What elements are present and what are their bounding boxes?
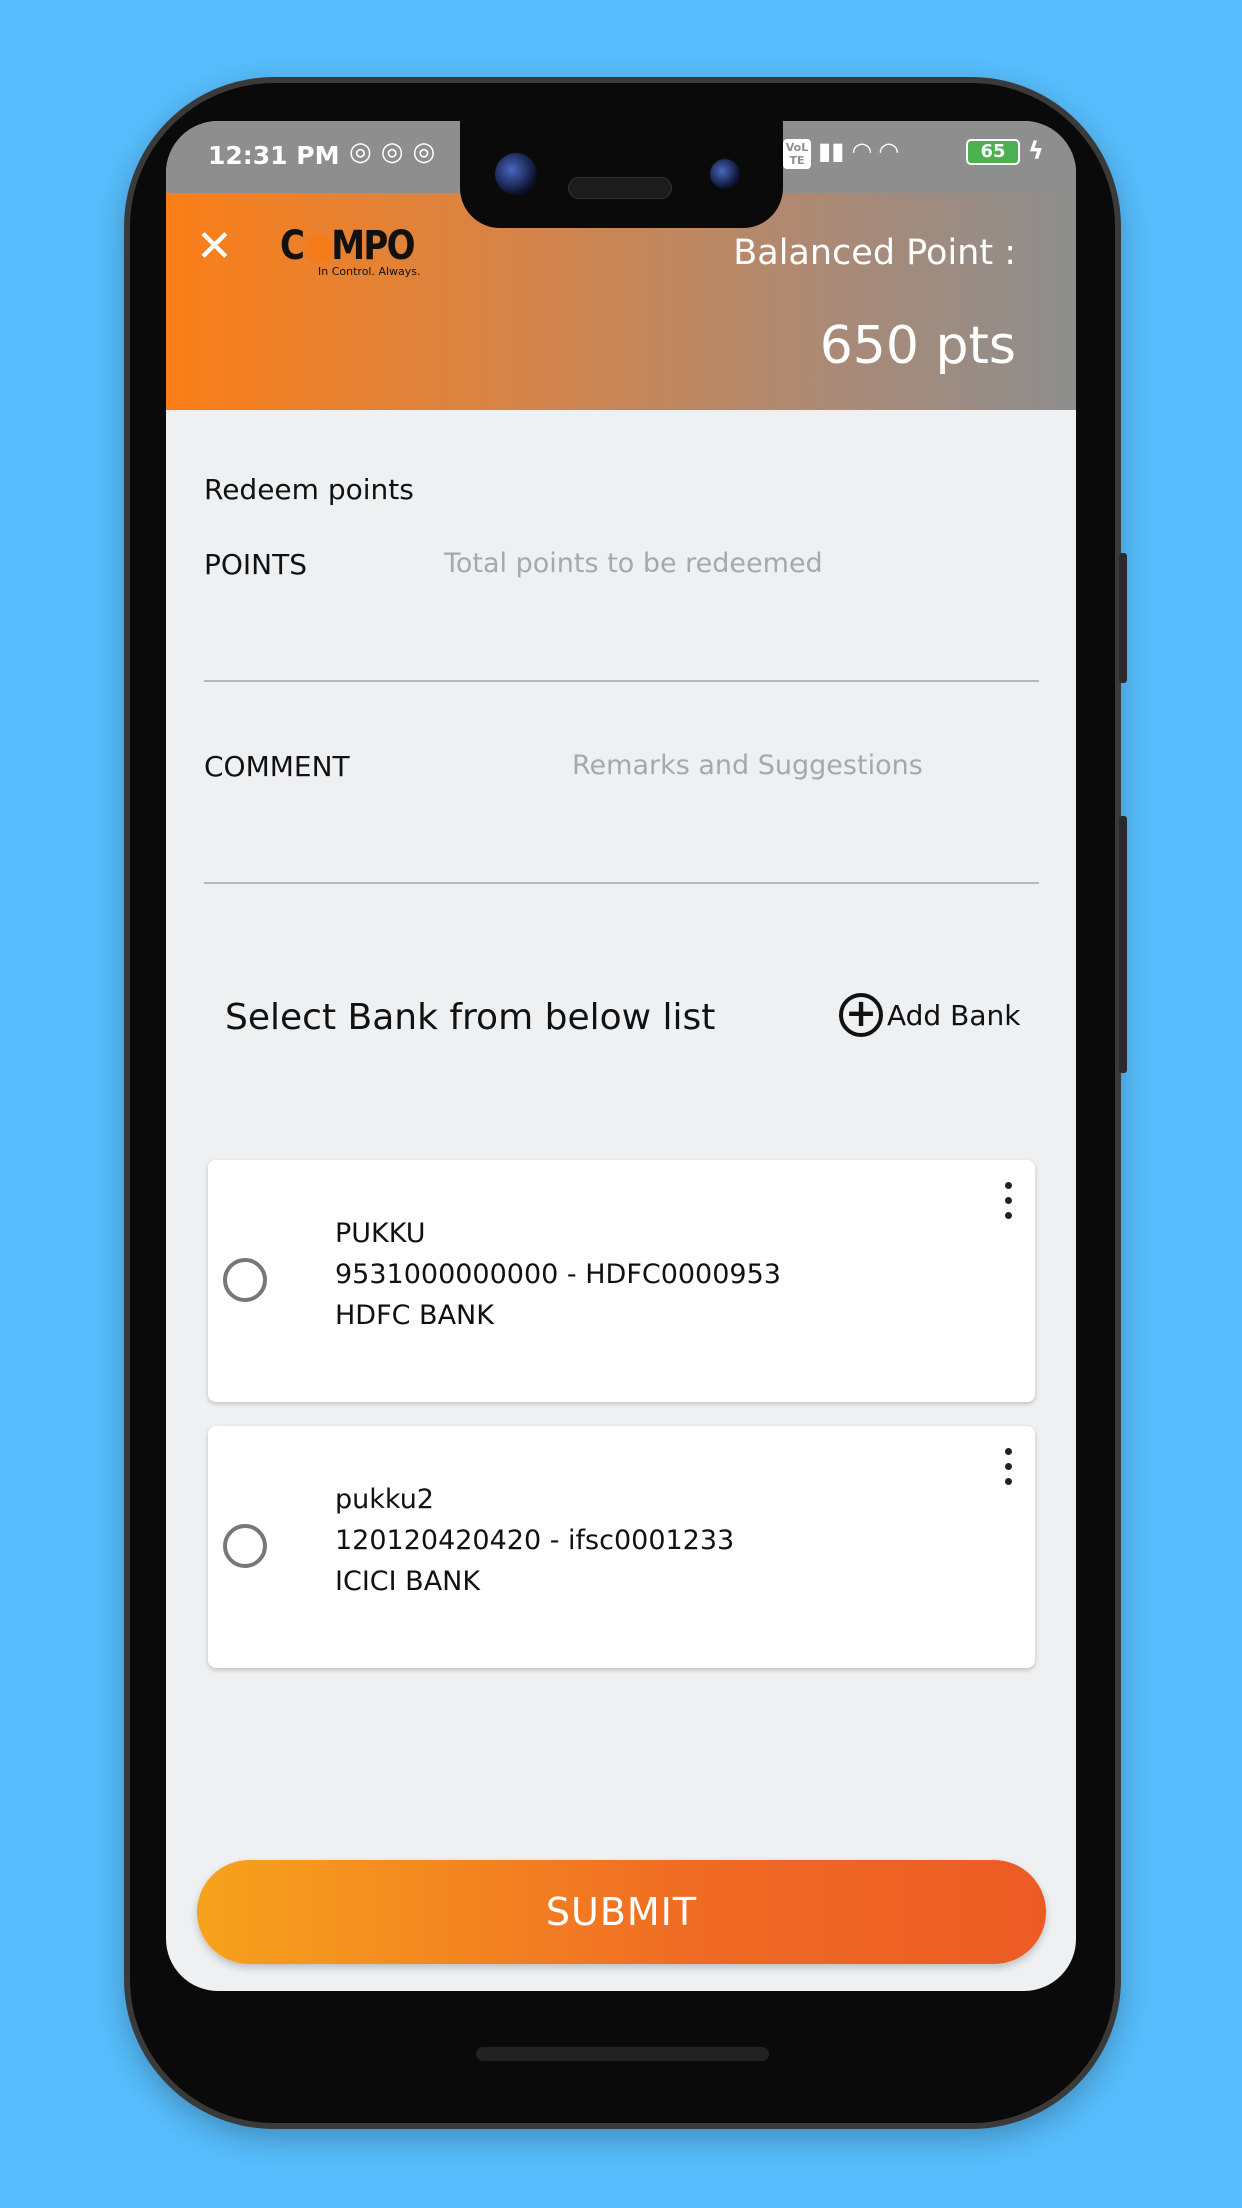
comment-input[interactable]: Remarks and Suggestions: [572, 750, 923, 781]
status-time: 12:31 PM: [208, 141, 340, 170]
bank-holder-name: pukku2: [335, 1484, 434, 1515]
bank-name: HDFC BANK: [335, 1300, 494, 1331]
more-options-icon[interactable]: [1005, 1182, 1013, 1227]
bank-radio[interactable]: [223, 1258, 267, 1302]
app-screen: 12:31 PM ◎ ◎ ◎ VoLTE ▮▮ ◠ ◠ 65 ϟ ✕ C●MPO…: [166, 121, 1076, 1991]
bank-account: 120120420420 - ifsc0001233: [335, 1525, 735, 1556]
battery-icon: 65: [966, 139, 1020, 165]
earpiece: [568, 177, 672, 199]
points-underline: [204, 680, 1039, 682]
bank-card[interactable]: PUKKU 9531000000000 - HDFC0000953 HDFC B…: [208, 1160, 1035, 1402]
comment-label: COMMENT: [204, 750, 350, 783]
submit-button[interactable]: SUBMIT: [197, 1860, 1046, 1964]
bank-radio[interactable]: [223, 1524, 267, 1568]
bank-heading: Select Bank from below list: [225, 997, 716, 1038]
volte-badge: VoLTE: [783, 139, 811, 169]
speaker-grille: [476, 2047, 769, 2061]
points-label: POINTS: [204, 548, 308, 581]
balance-label: Balanced Point :: [733, 233, 1016, 273]
form-title: Redeem points: [204, 473, 414, 506]
whatsapp-icon: ◎ ◎ ◎: [349, 137, 436, 167]
charging-icon: ϟ: [1028, 137, 1044, 165]
bank-card[interactable]: pukku2 120120420420 - ifsc0001233 ICICI …: [208, 1426, 1035, 1668]
balance-value: 650 pts: [819, 316, 1016, 376]
add-bank-label: Add Bank: [887, 998, 1021, 1032]
volume-button: [1119, 816, 1127, 1073]
camera-notch: [460, 121, 783, 228]
plus-circle-icon: +: [839, 993, 883, 1037]
close-icon[interactable]: ✕: [196, 221, 233, 272]
comment-underline: [204, 882, 1039, 884]
bank-holder-name: PUKKU: [335, 1218, 426, 1249]
front-camera-2: [710, 159, 740, 189]
bank-account: 9531000000000 - HDFC0000953: [335, 1259, 781, 1290]
points-input[interactable]: Total points to be redeemed: [444, 548, 823, 579]
bank-name: ICICI BANK: [335, 1566, 481, 1597]
signal-wifi-icons: ▮▮ ◠ ◠: [818, 137, 899, 165]
add-bank-button[interactable]: + Add Bank: [839, 993, 1020, 1037]
compo-logo: C●MPO In Control. Always.: [280, 223, 421, 278]
power-button: [1119, 553, 1127, 683]
more-options-icon[interactable]: [1005, 1448, 1013, 1493]
front-camera: [495, 153, 537, 195]
